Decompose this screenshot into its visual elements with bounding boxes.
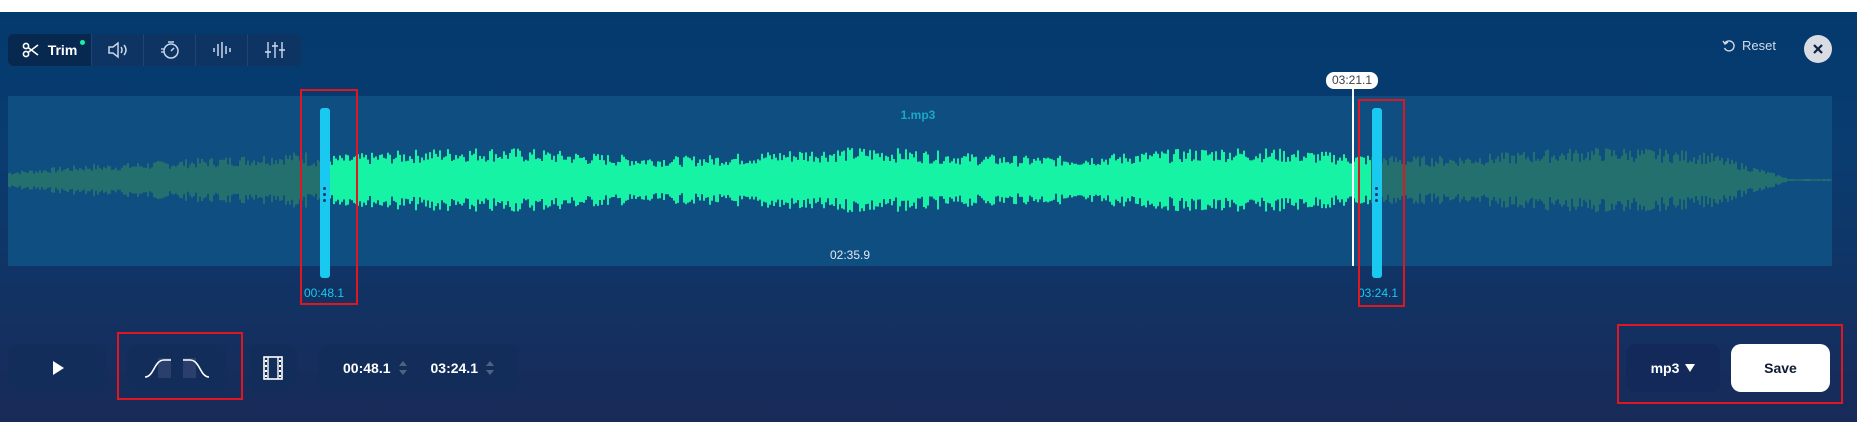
video-button[interactable] — [249, 344, 297, 392]
start-time-stepper[interactable] — [398, 361, 407, 375]
highlight-box-export — [1617, 324, 1843, 404]
play-button[interactable] — [8, 344, 107, 392]
tab-trim[interactable]: Trim — [8, 34, 92, 66]
film-icon — [263, 356, 283, 380]
track-file-name: 1.mp3 — [900, 108, 936, 122]
volume-icon — [107, 41, 127, 59]
selection-duration: 02:35.9 — [829, 248, 871, 262]
tab-trim-label: Trim — [47, 42, 78, 58]
chevron-down-icon[interactable] — [485, 370, 494, 375]
reset-button[interactable]: Reset — [1722, 38, 1776, 53]
start-time-value: 00:48.1 — [343, 360, 391, 376]
tool-tabs: Trim — [8, 34, 301, 66]
start-time-field[interactable]: 00:48.1 — [343, 360, 407, 376]
highlight-box-start-handle — [300, 89, 358, 305]
play-icon — [52, 361, 64, 375]
sliders-icon — [264, 42, 285, 58]
chevron-up-icon[interactable] — [398, 361, 407, 366]
tab-volume[interactable] — [92, 34, 144, 66]
speed-icon — [160, 41, 179, 59]
waveform-selected — [323, 147, 1371, 213]
chevron-up-icon[interactable] — [485, 361, 494, 366]
close-button[interactable] — [1804, 35, 1832, 63]
playhead-line[interactable] — [1352, 86, 1354, 266]
end-time-field[interactable]: 03:24.1 — [431, 360, 494, 376]
end-time-value: 03:24.1 — [430, 360, 478, 376]
tab-mixer[interactable] — [248, 34, 301, 66]
reset-label: Reset — [1742, 38, 1776, 53]
highlight-box-fade-controls — [117, 332, 243, 400]
chevron-down-icon[interactable] — [398, 370, 407, 375]
time-range-controls: 00:48.1 03:24.1 — [318, 344, 519, 392]
reset-icon — [1722, 39, 1735, 52]
playhead-time: 03:21.1 — [1326, 72, 1378, 89]
equalizer-bars-icon — [212, 42, 231, 58]
close-icon — [1813, 44, 1823, 54]
scissors-icon — [22, 42, 39, 58]
active-indicator-dot — [80, 40, 85, 45]
tab-equalizer[interactable] — [196, 34, 248, 66]
highlight-box-end-handle — [1358, 99, 1405, 307]
tab-speed[interactable] — [144, 34, 196, 66]
end-time-stepper[interactable] — [485, 361, 494, 375]
